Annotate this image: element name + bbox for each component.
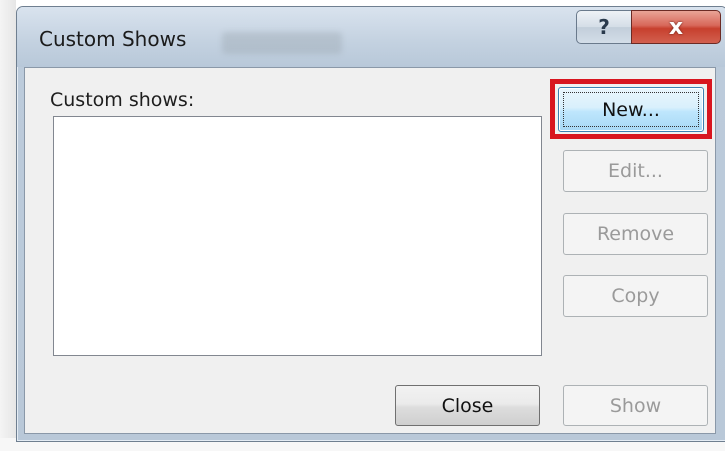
show-button[interactable]: Show [563, 385, 708, 426]
custom-shows-listbox[interactable] [53, 116, 542, 356]
close-window-button[interactable]: x [631, 10, 721, 44]
help-button[interactable]: ? [576, 10, 632, 44]
custom-shows-label: Custom shows: [50, 89, 195, 111]
edit-button-label: Edit... [608, 160, 663, 182]
remove-button-label: Remove [596, 223, 675, 245]
dialog-body: Custom shows: New... Edit... Remove Copy… [24, 67, 716, 434]
background-strip [0, 0, 16, 451]
highlight-annotation [550, 79, 712, 139]
custom-shows-dialog: Custom Shows ? x Custom shows: New... Ed… [16, 6, 725, 442]
copy-button[interactable]: Copy [563, 275, 708, 317]
copy-button-label: Copy [611, 285, 660, 307]
edit-button[interactable]: Edit... [563, 150, 708, 192]
background-smudge [222, 32, 342, 54]
close-button-label: Close [441, 394, 494, 417]
remove-button[interactable]: Remove [563, 213, 708, 255]
close-button[interactable]: Close [395, 385, 540, 426]
dialog-title: Custom Shows [39, 27, 187, 51]
title-bar[interactable]: Custom Shows ? x [17, 7, 725, 67]
show-button-label: Show [609, 394, 662, 417]
